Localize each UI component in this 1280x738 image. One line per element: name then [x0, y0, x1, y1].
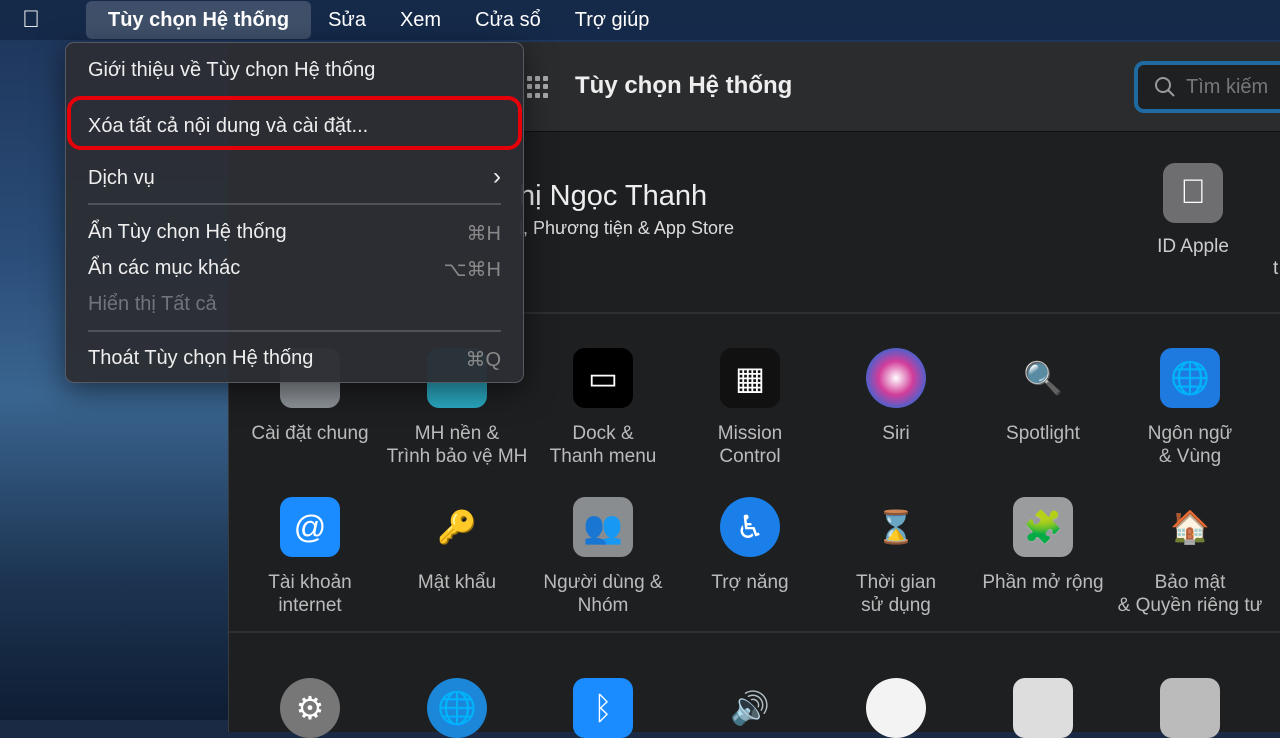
menu-help[interactable]: Trợ giúp	[558, 1, 667, 39]
menu-app[interactable]: Tùy chọn Hệ thống	[86, 1, 312, 39]
user-subtitle: l, Phương tiện & App Store	[519, 218, 734, 238]
pref-screen-time[interactable]: ⌛ Thời gian sử dụng	[823, 497, 969, 617]
apple-id-label[interactable]: ID Apple	[1133, 236, 1253, 258]
chevron-right-icon: ›	[493, 163, 501, 190]
pref-spotlight[interactable]: 🔍 Spotlight	[970, 348, 1116, 445]
pref-label: Spotlight	[1006, 423, 1080, 444]
pref-label: Thời gian sử dụng	[855, 572, 937, 616]
pref-label: Tài khoản internet	[268, 572, 352, 616]
pref-label: Phần mở rộng	[982, 572, 1104, 593]
menu-separator	[88, 330, 501, 332]
pref-keyboard[interactable]	[970, 678, 1116, 738]
menu-item-label: Giới thiệu về Tùy chọn Hệ thống	[88, 59, 376, 81]
pref-mission-control[interactable]: ▦ Mission Control	[677, 348, 823, 468]
menu-item-show-all: Hiển thị Tất cả	[88, 293, 501, 316]
pref-label: Dock & Thanh menu	[549, 423, 657, 467]
menu-separator	[88, 203, 501, 205]
touch-id-icon	[866, 678, 926, 738]
red-highlight-annotation	[67, 96, 522, 150]
app-dropdown-menu: Giới thiệu về Tùy chọn Hệ thống Xóa tất …	[65, 42, 524, 383]
mission-control-icon: ▦	[720, 348, 780, 408]
pref-label: Người dùng & Nhóm	[543, 572, 663, 616]
trackpad-icon	[1160, 678, 1220, 738]
pref-label: MH nền & Trình bảo vệ MH	[386, 423, 528, 467]
shortcut: ⌘H	[466, 223, 501, 245]
pref-software-update[interactable]: ⚙	[237, 678, 383, 738]
pref-touch-id[interactable]	[823, 678, 969, 738]
internet-accounts-icon: @	[280, 497, 340, 557]
dock-icon: ▭	[573, 348, 633, 408]
pref-label: Siri	[882, 423, 910, 444]
extensions-icon: 🧩	[1013, 497, 1073, 557]
menu-item-label: Ẩn các mục khác	[88, 257, 241, 279]
pref-dock[interactable]: ▭ Dock & Thanh menu	[530, 348, 676, 468]
pref-network[interactable]: 🌐	[384, 678, 530, 738]
search-placeholder: Tìm kiếm	[1186, 75, 1269, 98]
cut-off-label: t	[1273, 258, 1279, 279]
menu-item-hide-others[interactable]: Ẩn các mục khác ⌥⌘H	[88, 257, 501, 282]
keyboard-icon	[1013, 678, 1073, 738]
menu-item-about[interactable]: Giới thiệu về Tùy chọn Hệ thống	[88, 59, 501, 82]
shortcut: ⌥⌘H	[443, 259, 502, 281]
pref-label: Mật khẩu	[417, 572, 497, 593]
pref-label: Cài đặt chung	[251, 423, 369, 444]
divider	[229, 631, 1280, 633]
accessibility-icon: ♿	[720, 497, 780, 557]
security-privacy-icon: 🏠	[1170, 509, 1210, 545]
pref-trackpad[interactable]	[1117, 678, 1263, 738]
menu-item-label: Thoát Tùy chọn Hệ thống	[88, 347, 314, 369]
menu-item-label: Hiển thị Tất cả	[88, 293, 217, 315]
spotlight-icon: 🔍	[1023, 360, 1063, 396]
menu-item-quit[interactable]: Thoát Tùy chọn Hệ thống ⌘Q	[88, 347, 501, 372]
language-region-icon: 🌐	[1160, 348, 1220, 408]
pref-bluetooth[interactable]: ᛒ	[530, 678, 676, 738]
pref-label: Bảo mật & Quyền riêng tư	[1117, 572, 1263, 616]
users-groups-icon: 👥	[573, 497, 633, 557]
pref-label: Ngôn ngữ & Vùng	[1147, 423, 1233, 467]
apple-id-icon[interactable]: 	[1163, 163, 1223, 223]
menu-edit[interactable]: Sửa	[311, 1, 383, 39]
pref-accessibility[interactable]: ♿ Trợ năng	[677, 497, 823, 594]
user-name: hị Ngọc Thanh	[519, 180, 708, 212]
key-icon: 🔑	[437, 509, 477, 545]
menu-view[interactable]: Xem	[383, 1, 458, 39]
apple-menu-icon[interactable]: 	[22, 6, 66, 34]
search-input[interactable]: Tìm kiếm	[1134, 61, 1280, 113]
pref-security-privacy[interactable]: 🏠 Bảo mật & Quyền riêng tư	[1117, 497, 1263, 617]
pref-label: Trợ năng	[711, 572, 789, 593]
menu-item-hide[interactable]: Ẩn Tùy chọn Hệ thống ⌘H	[88, 221, 501, 246]
pref-users-groups[interactable]: 👥 Người dùng & Nhóm	[530, 497, 676, 617]
menu-item-services[interactable]: Dịch vụ ›	[88, 163, 501, 190]
menu-item-label: Ẩn Tùy chọn Hệ thống	[88, 221, 287, 243]
menu-bar:  Tùy chọn Hệ thống Sửa Xem Cửa sổ Trợ g…	[0, 0, 1280, 40]
shortcut: ⌘Q	[465, 349, 501, 371]
pref-siri[interactable]: Siri	[823, 348, 969, 445]
software-update-icon: ⚙	[280, 678, 340, 738]
pref-language-region[interactable]: 🌐 Ngôn ngữ & Vùng	[1117, 348, 1263, 468]
pref-label: Mission Control	[717, 423, 783, 467]
pref-sound[interactable]: 🔊	[677, 678, 823, 738]
sound-icon: 🔊	[730, 690, 770, 726]
window-title: Tùy chọn Hệ thống	[575, 72, 793, 99]
show-all-grid-icon[interactable]	[527, 76, 549, 98]
search-icon	[1155, 77, 1175, 97]
pref-key[interactable]: 🔑 Mật khẩu	[384, 497, 530, 594]
bluetooth-icon: ᛒ	[573, 678, 633, 738]
network-icon: 🌐	[427, 678, 487, 738]
siri-icon	[866, 348, 926, 408]
pref-extensions[interactable]: 🧩 Phần mở rộng	[970, 497, 1116, 594]
menu-window[interactable]: Cửa sổ	[458, 1, 558, 39]
screen-time-icon: ⌛	[876, 509, 916, 545]
pref-internet-accounts[interactable]: @ Tài khoản internet	[237, 497, 383, 617]
menu-item-label: Dịch vụ	[88, 167, 155, 189]
